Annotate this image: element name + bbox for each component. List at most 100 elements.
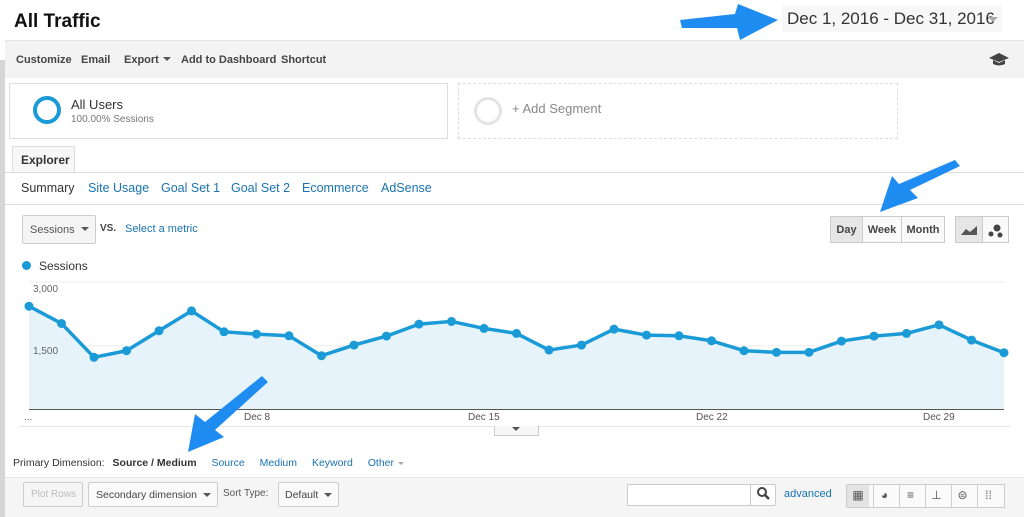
pivot-view-icon[interactable]: ⁞⁞ <box>977 485 999 507</box>
performance-view-icon[interactable]: ≡ <box>899 485 921 507</box>
data-point <box>24 301 34 311</box>
search-button[interactable] <box>750 484 776 506</box>
data-point <box>414 319 424 329</box>
plot-rows-button[interactable]: Plot Rows <box>23 482 83 507</box>
term-cloud-view-icon[interactable]: ⊜ <box>951 485 973 507</box>
date-range-text: Dec 1, 2016 - Dec 31, 2016 <box>787 9 995 28</box>
x-tick-label: Dec 8 <box>244 412 271 423</box>
dimension-other[interactable]: Other <box>368 457 404 469</box>
subtab-site-usage[interactable]: Site Usage <box>88 181 149 195</box>
dimension-medium[interactable]: Medium <box>260 457 297 469</box>
sort-type-dropdown[interactable]: Default <box>278 482 339 507</box>
data-point <box>512 328 521 338</box>
secondary-dimension-dropdown[interactable]: Secondary dimension <box>88 482 218 507</box>
subtab-goal-set-1[interactable]: Goal Set 1 <box>161 181 220 195</box>
line-chart-button[interactable] <box>955 216 983 243</box>
data-point <box>447 316 456 326</box>
data-point <box>284 331 294 341</box>
email-button[interactable]: Email <box>81 54 110 66</box>
granularity-day[interactable]: Day <box>830 216 863 243</box>
data-point <box>219 327 229 337</box>
sessions-chart <box>24 281 1009 410</box>
x-tick-label: Dec 22 <box>696 412 728 423</box>
data-point <box>674 331 684 341</box>
subtab-summary[interactable]: Summary <box>21 181 74 195</box>
customize-button[interactable]: Customize <box>16 54 72 66</box>
data-point <box>122 346 131 356</box>
other-label: Other <box>367 457 394 469</box>
divider <box>5 204 1024 205</box>
data-point <box>772 347 781 357</box>
add-segment-button[interactable]: + Add Segment <box>458 83 898 139</box>
chart-collapse-handle[interactable] <box>494 426 539 436</box>
data-point <box>869 331 879 341</box>
data-point <box>382 331 391 341</box>
chevron-down-icon <box>512 427 520 435</box>
table-search-input[interactable] <box>627 484 751 506</box>
dimension-source[interactable]: Source <box>211 457 244 469</box>
subtab-ecommerce[interactable]: Ecommerce <box>302 181 369 195</box>
pie-chart-view-icon[interactable]: ◕ <box>873 485 895 507</box>
granularity-week[interactable]: Week <box>862 216 902 243</box>
divider <box>5 172 1024 173</box>
shortcut-button[interactable]: Shortcut <box>281 54 326 66</box>
data-point <box>804 347 814 357</box>
data-point <box>837 336 846 346</box>
x-tick-label: ... <box>24 412 33 423</box>
advanced-filter-link[interactable]: advanced <box>784 488 832 500</box>
page-title: All Traffic <box>14 11 101 32</box>
data-point <box>739 346 749 356</box>
metric-selected: Sessions <box>30 224 75 236</box>
dimension-source-medium[interactable]: Source / Medium <box>113 457 197 469</box>
data-table-view-icon[interactable]: ▦ <box>847 485 869 507</box>
data-point <box>544 345 554 355</box>
data-point <box>187 306 196 316</box>
bubble-chart-icon <box>988 224 1002 238</box>
chevron-down-icon <box>203 493 211 501</box>
export-button[interactable]: Export <box>124 54 171 66</box>
tab-explorer[interactable]: Explorer <box>12 146 75 173</box>
chevron-down-icon <box>81 227 89 235</box>
data-point <box>479 323 489 333</box>
secondary-dimension-label: Secondary dimension <box>96 489 197 501</box>
granularity-month[interactable]: Month <box>901 216 945 243</box>
data-point <box>154 326 164 336</box>
graduation-cap-icon[interactable] <box>989 52 1009 66</box>
vs-label: VS. <box>100 223 117 234</box>
dimension-keyword[interactable]: Keyword <box>312 457 353 469</box>
date-range-picker[interactable]: Dec 1, 2016 - Dec 31, 2016 <box>782 6 1002 32</box>
chevron-down-icon <box>398 462 404 468</box>
arrow-annotation-icon <box>680 4 778 40</box>
select-metric-link[interactable]: Select a metric <box>125 223 198 235</box>
data-point <box>317 351 326 361</box>
chevron-down-icon <box>162 57 171 65</box>
export-label: Export <box>124 54 159 66</box>
data-point <box>577 340 586 350</box>
x-tick-label: Dec 15 <box>468 412 500 423</box>
data-point <box>967 335 976 345</box>
subtab-goal-set-2[interactable]: Goal Set 2 <box>231 181 290 195</box>
y-tick-label: 1,500 <box>33 346 59 357</box>
sort-type-label: Sort Type: <box>223 488 269 499</box>
chevron-down-icon <box>988 17 998 27</box>
chevron-down-icon <box>324 493 332 501</box>
data-point <box>934 320 944 330</box>
metric-dropdown[interactable]: Sessions <box>22 215 96 244</box>
data-point <box>349 340 359 350</box>
primary-dimension-bar: Primary Dimension: Source / Medium Sourc… <box>13 457 404 469</box>
data-point <box>252 329 261 339</box>
search-icon <box>756 487 770 500</box>
report-toolbar: Customize Email Export Add to Dashboard … <box>5 40 1024 78</box>
data-point <box>609 324 619 334</box>
sort-type-value: Default <box>285 489 319 501</box>
segment-all-users[interactable]: All Users 100.00% Sessions <box>9 83 448 139</box>
subtab-adsense[interactable]: AdSense <box>381 181 432 195</box>
add-to-dashboard-button[interactable]: Add to Dashboard <box>181 54 276 66</box>
comparison-view-icon[interactable]: ⊥ <box>925 485 947 507</box>
add-segment-label: + Add Segment <box>512 101 602 116</box>
data-point <box>902 328 911 338</box>
data-point <box>89 352 99 362</box>
motion-chart-button[interactable] <box>982 216 1009 243</box>
legend-dot-icon <box>22 261 31 270</box>
data-point <box>57 318 66 328</box>
